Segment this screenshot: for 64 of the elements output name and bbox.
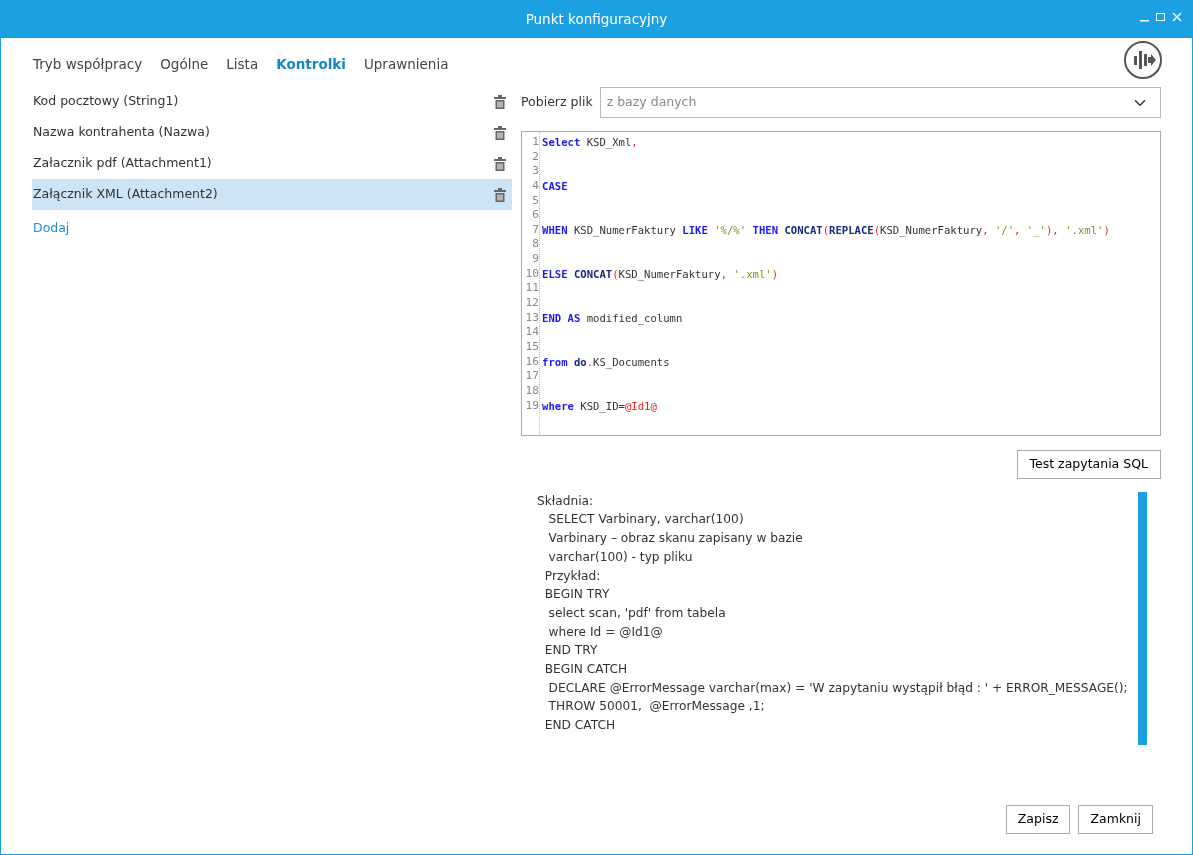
help-text-line: END TRY <box>543 642 599 660</box>
dialog-button[interactable]: Zapisz <box>1005 805 1071 834</box>
test-query-button[interactable]: Test zapytania SQL <box>1016 450 1161 479</box>
code-line: from do.KS_Documents <box>542 354 671 370</box>
line-number: 16 <box>524 354 539 370</box>
line-number: 8 <box>531 237 539 253</box>
line-number: 9 <box>531 252 539 267</box>
source-dropdown[interactable]: z bazy danych <box>599 87 1161 118</box>
field-label: Pobierz plik <box>521 93 593 112</box>
help-text-line: where Id = @Id1@ <box>547 623 664 641</box>
help-text-line: Składnia: <box>537 492 595 510</box>
help-text-line: SELECT Varbinary, varchar(100) <box>547 511 745 529</box>
maximize-icon[interactable] <box>1156 11 1166 23</box>
line-number: 15 <box>524 339 539 355</box>
trash-icon[interactable] <box>494 94 506 109</box>
tab[interactable]: Ogólne <box>151 53 218 75</box>
code-line: WHEN KSD_NumerFaktury LIKE '%/%' THEN CONCAT(REPLACE(KSD_NumerFaktury, '/', '_'), '.xml') <box>542 222 1110 238</box>
tab[interactable]: Kontrolki <box>267 53 355 75</box>
line-number: 1 <box>531 135 539 150</box>
list-item[interactable]: Załącznik XML (Attachment2) <box>32 179 512 210</box>
help-text-line: BEGIN TRY <box>543 586 611 604</box>
line-number: 2 <box>531 149 539 165</box>
export-icon[interactable] <box>1123 40 1163 80</box>
trash-icon[interactable] <box>494 125 506 140</box>
help-text-line: THROW 50001, @ErrorMessage ,1; <box>547 698 766 716</box>
list-item[interactable]: Kod pocztowy (String1) <box>32 86 512 117</box>
line-number: 11 <box>524 281 539 297</box>
help-text-line: DECLARE @ErrorMessage varchar(max) = 'W zapytaniu wystąpił błąd : ' + ERROR_MESSAGE(); <box>547 679 1129 697</box>
code-line: Select KSD_Xml, <box>542 135 639 150</box>
list-item[interactable]: Nazwa kontrahenta (Nazwa) <box>32 117 512 148</box>
list-item[interactable]: Załacznik pdf (Attachment1) <box>32 148 512 179</box>
tab[interactable]: Uprawnienia <box>354 53 458 75</box>
close-icon[interactable] <box>1172 11 1182 23</box>
window-title: Punkt konfiguracyjny <box>525 10 668 30</box>
code-line: CASE <box>542 178 569 194</box>
code-line: ELSE CONCAT(KSD_NumerFaktury, '.xml') <box>542 266 780 282</box>
dialog-button[interactable]: Zamknij <box>1078 805 1153 834</box>
scrollbar[interactable] <box>1138 491 1147 745</box>
help-text-line: BEGIN CATCH <box>543 661 629 679</box>
line-number: 7 <box>531 222 539 238</box>
trash-icon[interactable] <box>494 187 506 202</box>
line-number: 18 <box>524 383 539 399</box>
code-line: END AS modified_column <box>542 310 684 326</box>
help-text-line: Przykład: <box>543 567 602 585</box>
line-number: 3 <box>531 164 539 179</box>
line-number: 6 <box>531 208 539 223</box>
trash-icon[interactable] <box>494 156 506 171</box>
line-number: 5 <box>531 193 539 209</box>
line-number: 17 <box>524 369 539 384</box>
help-text-line: END CATCH <box>543 717 617 735</box>
tab[interactable]: Tryb współpracy <box>31 53 152 75</box>
line-number: 12 <box>524 296 539 311</box>
help-text-line: Varbinary – obraz skanu zapisany w bazie <box>547 530 804 548</box>
help-text-line: select scan, 'pdf' from tabela <box>547 604 727 622</box>
code-line: where KSD_ID=@Id1@ <box>542 398 658 414</box>
line-number: 4 <box>531 178 539 194</box>
line-number: 14 <box>524 325 539 340</box>
line-number: 13 <box>524 310 539 326</box>
help-text-line: varchar(100) - typ pliku <box>547 548 694 566</box>
tab[interactable]: Lista <box>217 53 268 75</box>
line-number: 19 <box>524 398 539 414</box>
line-number: 10 <box>524 266 539 282</box>
add-link[interactable]: Dodaj <box>32 210 71 247</box>
code-editor[interactable] <box>521 131 1161 436</box>
